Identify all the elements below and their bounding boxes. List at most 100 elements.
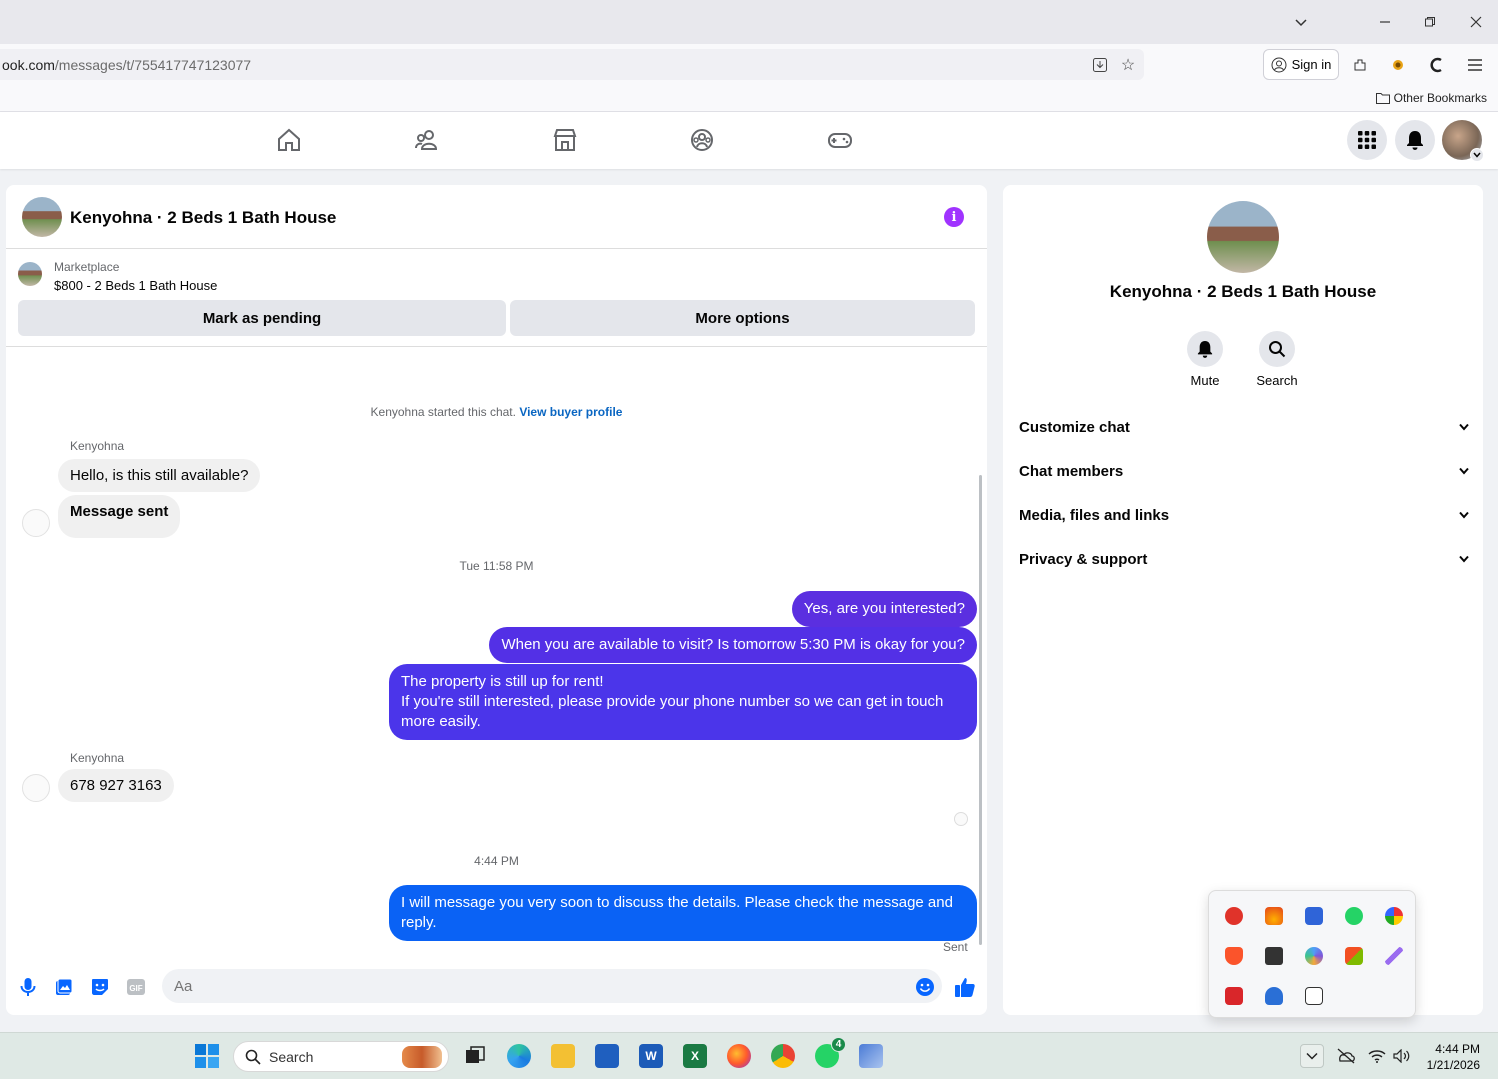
tray-info-icon[interactable] — [1305, 907, 1323, 925]
marketplace-banner: Marketplace $800 - 2 Beds 1 Bath House M… — [6, 250, 987, 347]
close-window-button[interactable] — [1461, 8, 1491, 36]
url-text[interactable]: ook.com/messages/t/755417747123077 — [2, 57, 251, 73]
onedrive-offline-icon[interactable] — [1334, 1044, 1358, 1068]
outgoing-message[interactable]: The property is still up for rent! If yo… — [389, 664, 977, 740]
excel-icon[interactable]: X — [683, 1044, 707, 1068]
gaming-icon[interactable] — [826, 126, 854, 154]
emoji-icon[interactable] — [912, 974, 938, 1000]
bookmarks-bar: Other Bookmarks — [0, 86, 1498, 112]
restore-button[interactable] — [1415, 8, 1445, 36]
tray-pen-icon[interactable] — [1385, 947, 1403, 965]
notifications-bell-icon[interactable] — [1395, 120, 1435, 160]
privacy-support-section[interactable]: Privacy & support — [1019, 547, 1469, 571]
url-bar[interactable]: ook.com/messages/t/755417747123077 ☆ — [0, 49, 1144, 80]
task-view-icon[interactable] — [463, 1044, 487, 1068]
section-label: Chat members — [1019, 462, 1124, 480]
download-icon[interactable] — [1090, 55, 1110, 75]
tray-whatsapp-icon[interactable] — [1345, 907, 1363, 925]
search-icon — [1259, 331, 1295, 367]
marketplace-icon[interactable] — [551, 126, 579, 154]
extensions-icon[interactable] — [1349, 54, 1371, 76]
tray-flame-icon[interactable] — [1265, 907, 1283, 925]
message-status: Sent — [943, 940, 968, 954]
customize-chat-section[interactable]: Customize chat — [1019, 415, 1469, 439]
minimize-button[interactable] — [1370, 8, 1400, 36]
tray-brave-icon[interactable] — [1225, 947, 1243, 965]
photo-icon[interactable] — [51, 974, 77, 1000]
svg-text:GIF: GIF — [129, 984, 142, 993]
system-clock[interactable]: 4:44 PM 1/21/2026 — [1420, 1041, 1480, 1073]
tab-list-chevron-icon[interactable] — [1286, 8, 1316, 36]
show-hidden-icons-chevron[interactable] — [1300, 1044, 1324, 1068]
firefox-icon[interactable] — [727, 1044, 751, 1068]
taskbar-search-box[interactable]: Search — [233, 1041, 449, 1072]
volume-icon[interactable] — [1390, 1044, 1414, 1068]
incoming-message[interactable]: Hello, is this still available? — [58, 459, 261, 492]
extension-c-icon[interactable] — [1426, 54, 1448, 76]
listing-thumbnail[interactable] — [18, 262, 42, 286]
view-buyer-profile-link[interactable]: View buyer profile — [519, 405, 622, 419]
outgoing-message[interactable]: When you are available to visit? Is tomo… — [489, 627, 977, 663]
microphone-icon[interactable] — [15, 974, 41, 1000]
sender-name: Kenyohna — [70, 751, 125, 765]
whatsapp-unread-badge: 4 — [831, 1037, 846, 1052]
listing-large-avatar[interactable] — [1207, 201, 1279, 273]
message-line: The property is still up for rent! — [401, 673, 604, 690]
menu-grid-icon[interactable] — [1347, 120, 1387, 160]
profile-avatar[interactable] — [1442, 120, 1484, 162]
menu-hamburger-icon[interactable] — [1464, 54, 1486, 76]
sender-avatar[interactable] — [22, 774, 50, 802]
chevron-down-icon — [1459, 467, 1469, 475]
extension-sun-icon[interactable] — [1387, 54, 1409, 76]
home-icon[interactable] — [275, 126, 303, 154]
timestamp: Tue 11:58 PM — [459, 559, 534, 573]
info-icon[interactable]: i — [944, 207, 964, 227]
friends-icon[interactable] — [413, 126, 441, 154]
chat-members-section[interactable]: Chat members — [1019, 459, 1469, 483]
listing-avatar[interactable] — [22, 197, 62, 237]
tray-usb-icon[interactable] — [1305, 987, 1323, 1005]
listing-title[interactable]: $800 - 2 Beds 1 Bath House — [54, 278, 217, 293]
incoming-message[interactable]: Message sent — [58, 495, 181, 538]
tray-copilot-icon[interactable] — [1305, 947, 1323, 965]
search-chat-button[interactable]: Search — [1247, 331, 1307, 388]
search-label: Search — [1256, 373, 1298, 388]
timestamp: 4:44 PM — [474, 854, 519, 868]
edge-icon[interactable] — [507, 1044, 531, 1068]
other-bookmarks-folder[interactable]: Other Bookmarks — [1375, 91, 1487, 105]
windows-start-icon[interactable] — [195, 1044, 219, 1068]
chat-scrollbar[interactable] — [979, 475, 982, 945]
groups-icon[interactable] — [688, 126, 716, 154]
chrome-icon[interactable] — [771, 1044, 795, 1068]
like-thumb-icon[interactable] — [952, 974, 978, 1000]
sign-in-button[interactable]: Sign in — [1263, 49, 1339, 80]
sender-avatar[interactable] — [22, 509, 50, 537]
microsoft-store-icon[interactable] — [595, 1044, 619, 1068]
tray-pdf-icon[interactable] — [1225, 987, 1243, 1005]
tray-defender-icon[interactable] — [1265, 987, 1283, 1005]
sticker-icon[interactable] — [87, 974, 113, 1000]
more-options-button[interactable]: More options — [510, 300, 975, 336]
media-files-links-section[interactable]: Media, files and links — [1019, 503, 1469, 527]
chevron-down-icon — [1459, 555, 1469, 563]
pinned-app-icon[interactable] — [859, 1044, 883, 1068]
tray-office-icon[interactable] — [1345, 947, 1363, 965]
mark-as-pending-button[interactable]: Mark as pending — [18, 300, 506, 336]
bookmark-star-icon[interactable]: ☆ — [1118, 55, 1138, 75]
tray-app-red-icon[interactable] — [1225, 907, 1243, 925]
mute-button[interactable]: Mute — [1175, 331, 1235, 388]
whatsapp-icon[interactable]: 4 — [815, 1037, 846, 1068]
chat-started-text: Kenyohna started this chat. — [370, 405, 516, 419]
outgoing-message[interactable]: I will message you very soon to discuss … — [389, 885, 977, 941]
account-chevron-icon[interactable] — [1470, 148, 1484, 162]
wifi-icon[interactable] — [1365, 1044, 1389, 1068]
word-icon[interactable]: W — [639, 1044, 663, 1068]
message-input[interactable] — [162, 969, 942, 1003]
gif-icon[interactable]: GIF — [123, 974, 149, 1000]
incoming-message[interactable]: 678 927 3163 — [58, 769, 174, 802]
outgoing-message[interactable]: Yes, are you interested? — [791, 591, 977, 627]
tray-router-icon[interactable] — [1265, 947, 1283, 965]
chat-title[interactable]: Kenyohna · 2 Beds 1 Bath House — [70, 208, 336, 228]
tray-color-wheel-icon[interactable] — [1385, 907, 1403, 925]
file-explorer-icon[interactable] — [551, 1044, 575, 1068]
